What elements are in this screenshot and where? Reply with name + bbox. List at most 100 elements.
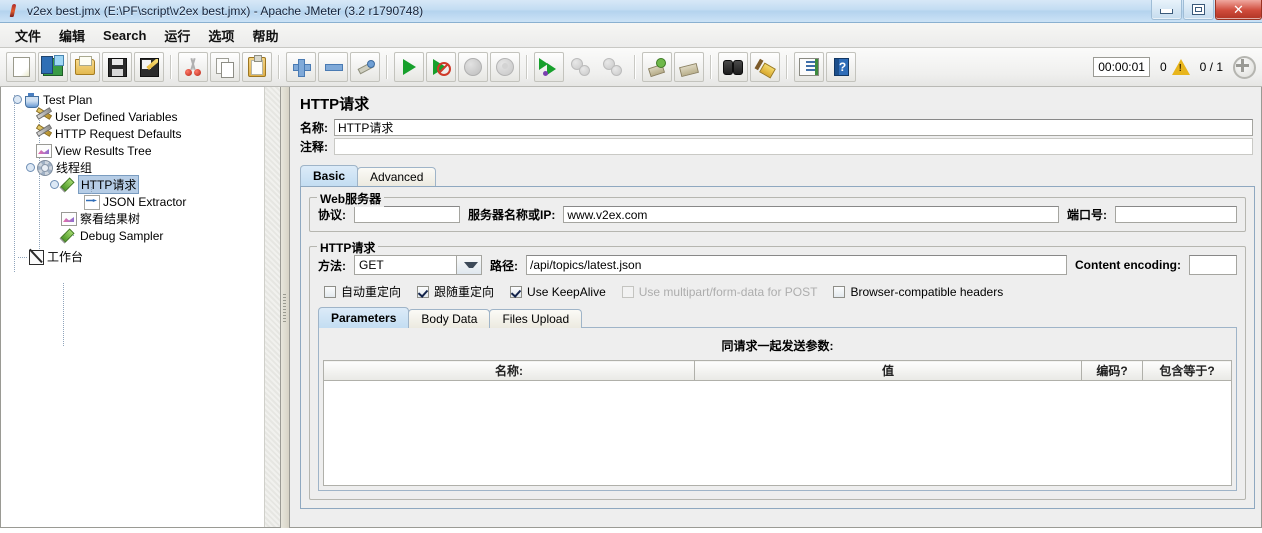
expand-all-button[interactable] xyxy=(286,52,316,82)
request-options-row: 自动重定向 跟随重定向 Use KeepAlive Use multipart/… xyxy=(318,283,1237,300)
minimize-button[interactable] xyxy=(1151,0,1182,20)
chevron-down-icon[interactable] xyxy=(456,256,481,274)
tree-node-view-results-tree-cn[interactable]: 察看结果树 xyxy=(5,210,280,227)
checkbox-checked-icon xyxy=(417,285,430,298)
column-header-include-eq[interactable]: 包含等于? xyxy=(1142,360,1232,381)
tab-files-upload[interactable]: Files Upload xyxy=(489,309,583,328)
warning-count: 0 xyxy=(1159,60,1167,74)
checkbox-use-keepalive[interactable]: Use KeepAlive xyxy=(510,285,606,299)
content-encoding-input[interactable] xyxy=(1189,255,1237,275)
checkbox-auto-redirect[interactable]: 自动重定向 xyxy=(324,283,401,300)
warning-indicator[interactable]: 0 xyxy=(1160,59,1190,75)
column-header-encode[interactable]: 编码? xyxy=(1081,360,1143,381)
help-button[interactable]: ? xyxy=(826,52,856,82)
method-selected-value: GET xyxy=(359,258,384,272)
open-button[interactable] xyxy=(70,52,100,82)
workbench-icon xyxy=(27,249,44,265)
checkbox-label: Use multipart/form-data for POST xyxy=(638,284,818,299)
search-reset-button[interactable] xyxy=(750,52,780,82)
main-split-pane: Test Plan User Defined Variables HTTP Re… xyxy=(0,87,1262,528)
port-input[interactable] xyxy=(1115,206,1237,223)
checkbox-checked-icon xyxy=(510,285,523,298)
remote-stop-all-button[interactable] xyxy=(566,52,596,82)
menu-help[interactable]: 帮助 xyxy=(243,23,287,48)
toolbar: ? 00:00:01 0 0 / 1 xyxy=(0,48,1262,87)
search-button[interactable] xyxy=(718,52,748,82)
tree-node-workbench[interactable]: 工作台 xyxy=(5,248,280,265)
tab-body-data[interactable]: Body Data xyxy=(408,309,491,328)
web-server-row: 协议: 服务器名称或IP: www.v2ex.com 端口号: xyxy=(318,206,1237,223)
tree-node-debug-sampler[interactable]: Debug Sampler xyxy=(5,227,280,244)
function-helper-icon xyxy=(799,58,819,76)
tree-node-json-extractor[interactable]: JSON Extractor xyxy=(5,187,280,210)
cut-button[interactable] xyxy=(178,52,208,82)
tree-node-view-results-tree[interactable]: View Results Tree xyxy=(5,142,280,159)
toggle-button[interactable] xyxy=(350,52,380,82)
tree-node-user-defined-variables[interactable]: User Defined Variables xyxy=(5,108,280,125)
protocol-input[interactable] xyxy=(354,206,460,223)
paste-button[interactable] xyxy=(242,52,272,82)
main-tab-strip: Basic Advanced xyxy=(290,164,1261,186)
checkbox-follow-redirect[interactable]: 跟随重定向 xyxy=(417,283,494,300)
server-name-input[interactable]: www.v2ex.com xyxy=(563,206,1059,223)
stop-circle-icon xyxy=(464,58,482,76)
save-button[interactable] xyxy=(102,52,132,82)
method-dropdown[interactable]: GET xyxy=(354,255,482,275)
elapsed-time-display: 00:00:01 xyxy=(1093,57,1150,77)
remote-shutdown-button[interactable] xyxy=(598,52,628,82)
start-button[interactable] xyxy=(394,52,424,82)
protocol-label: 协议: xyxy=(318,208,346,222)
clear-button[interactable] xyxy=(642,52,672,82)
expand-handle-icon[interactable] xyxy=(26,163,35,172)
tree-node-http-request-defaults[interactable]: HTTP Request Defaults xyxy=(5,125,280,142)
collapse-all-button[interactable] xyxy=(318,52,348,82)
tree-node-label: Debug Sampler xyxy=(80,228,164,243)
test-plan-tree-pane[interactable]: Test Plan User Defined Variables HTTP Re… xyxy=(0,87,281,528)
web-server-legend: Web服务器 xyxy=(317,190,385,207)
menu-search[interactable]: Search xyxy=(94,25,155,46)
parameters-table-body-empty[interactable] xyxy=(323,381,1232,486)
tab-basic[interactable]: Basic xyxy=(300,165,359,186)
copy-icon xyxy=(216,58,234,78)
shutdown-button[interactable] xyxy=(490,52,520,82)
split-divider[interactable] xyxy=(281,87,289,528)
checkbox-label: Use KeepAlive xyxy=(527,284,606,299)
tree-node-http-request[interactable]: HTTP请求 xyxy=(5,175,280,194)
remote-shutdown-icon xyxy=(603,58,623,76)
close-button[interactable]: ✕ xyxy=(1215,0,1262,20)
tab-advanced[interactable]: Advanced xyxy=(357,167,437,186)
maximize-button[interactable] xyxy=(1183,0,1214,20)
tree-node-test-plan[interactable]: Test Plan xyxy=(5,91,280,108)
checkbox-browser-compatible-headers[interactable]: Browser-compatible headers xyxy=(833,285,1003,299)
toggle-icon xyxy=(356,58,375,76)
menu-file[interactable]: 文件 xyxy=(6,23,50,48)
start-no-pauses-button[interactable] xyxy=(426,52,456,82)
menu-run[interactable]: 运行 xyxy=(155,23,199,48)
copy-button[interactable] xyxy=(210,52,240,82)
menu-edit[interactable]: 编辑 xyxy=(50,23,94,48)
column-header-name[interactable]: 名称: xyxy=(323,360,695,381)
new-button[interactable] xyxy=(6,52,36,82)
column-header-value[interactable]: 值 xyxy=(693,360,1083,381)
comment-input[interactable] xyxy=(334,138,1253,155)
clear-all-button[interactable] xyxy=(674,52,704,82)
checkbox-box-icon xyxy=(833,285,846,298)
expand-handle-icon[interactable] xyxy=(13,95,22,104)
templates-button[interactable] xyxy=(38,52,68,82)
shutdown-circle-icon xyxy=(496,58,514,76)
table-header-row: 名称: 值 编码? 包含等于? xyxy=(323,360,1232,381)
stop-button[interactable] xyxy=(458,52,488,82)
remote-start-all-button[interactable] xyxy=(534,52,564,82)
function-helper-button[interactable] xyxy=(794,52,824,82)
expand-handle-icon[interactable] xyxy=(50,180,59,189)
save-as-button[interactable] xyxy=(134,52,164,82)
tree-vertical-scrollbar[interactable] xyxy=(264,87,280,527)
name-input[interactable]: HTTP请求 xyxy=(334,119,1253,136)
path-input[interactable]: /api/topics/latest.json xyxy=(526,255,1068,275)
toolbar-separator xyxy=(386,55,388,79)
menu-options[interactable]: 选项 xyxy=(199,23,243,48)
tree-node-thread-group[interactable]: 线程组 xyxy=(5,159,280,176)
tab-parameters[interactable]: Parameters xyxy=(318,307,410,328)
warning-triangle-icon xyxy=(1171,59,1190,75)
toolbar-status-area: 00:00:01 0 0 / 1 xyxy=(1093,48,1256,86)
